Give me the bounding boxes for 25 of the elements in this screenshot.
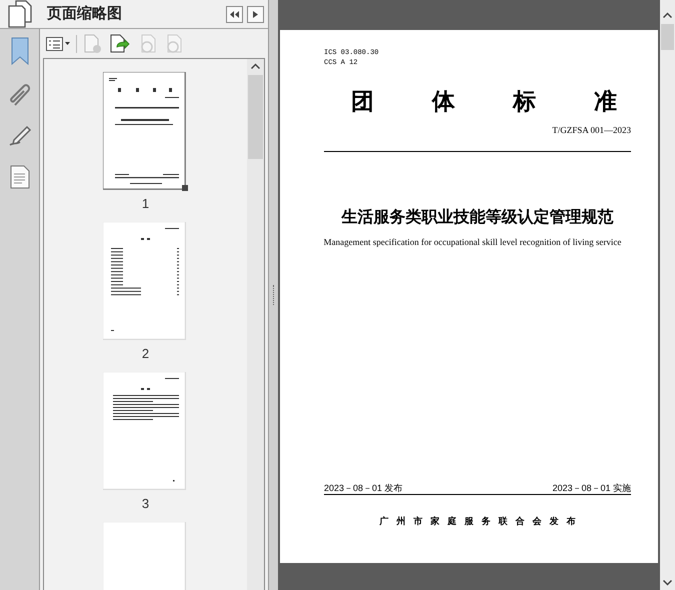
document-subtitle: Management specification for occupational skill level recognition of living service bbox=[324, 236, 622, 248]
standard-number: T/GZFSA 001—2023 bbox=[552, 124, 631, 136]
publisher: 广州市家庭服务联合会发布 bbox=[380, 515, 584, 527]
options-button[interactable] bbox=[46, 36, 70, 50]
page-number: 3 bbox=[142, 496, 150, 512]
paperclip-icon[interactable] bbox=[8, 83, 30, 107]
scroll-thumb[interactable] bbox=[248, 75, 263, 159]
expand-button[interactable] bbox=[247, 6, 264, 22]
bookmark-icon[interactable] bbox=[10, 37, 30, 65]
pen-icon[interactable] bbox=[8, 125, 32, 147]
date-text: 2023－08－01 实施 bbox=[552, 482, 631, 494]
double-left-arrow-icon bbox=[230, 10, 239, 18]
date-text: 2023－08－01 发布 bbox=[324, 482, 403, 494]
page-arrow-icon[interactable] bbox=[109, 34, 131, 54]
right-arrow-icon bbox=[253, 10, 258, 18]
document-icon[interactable] bbox=[10, 165, 30, 189]
document-title: 生活服务类职业技能等级认定管理规范 bbox=[342, 207, 614, 228]
page-number: 2 bbox=[142, 346, 150, 362]
list-icon bbox=[46, 36, 63, 50]
collapse-button[interactable] bbox=[226, 6, 243, 22]
page-number: 1 bbox=[142, 196, 150, 212]
document-heading: 团体标准 bbox=[351, 87, 631, 116]
caret-icon bbox=[65, 42, 70, 45]
scroll-thumb[interactable] bbox=[661, 24, 674, 50]
panel-title: 页面缩略图 bbox=[47, 4, 122, 24]
